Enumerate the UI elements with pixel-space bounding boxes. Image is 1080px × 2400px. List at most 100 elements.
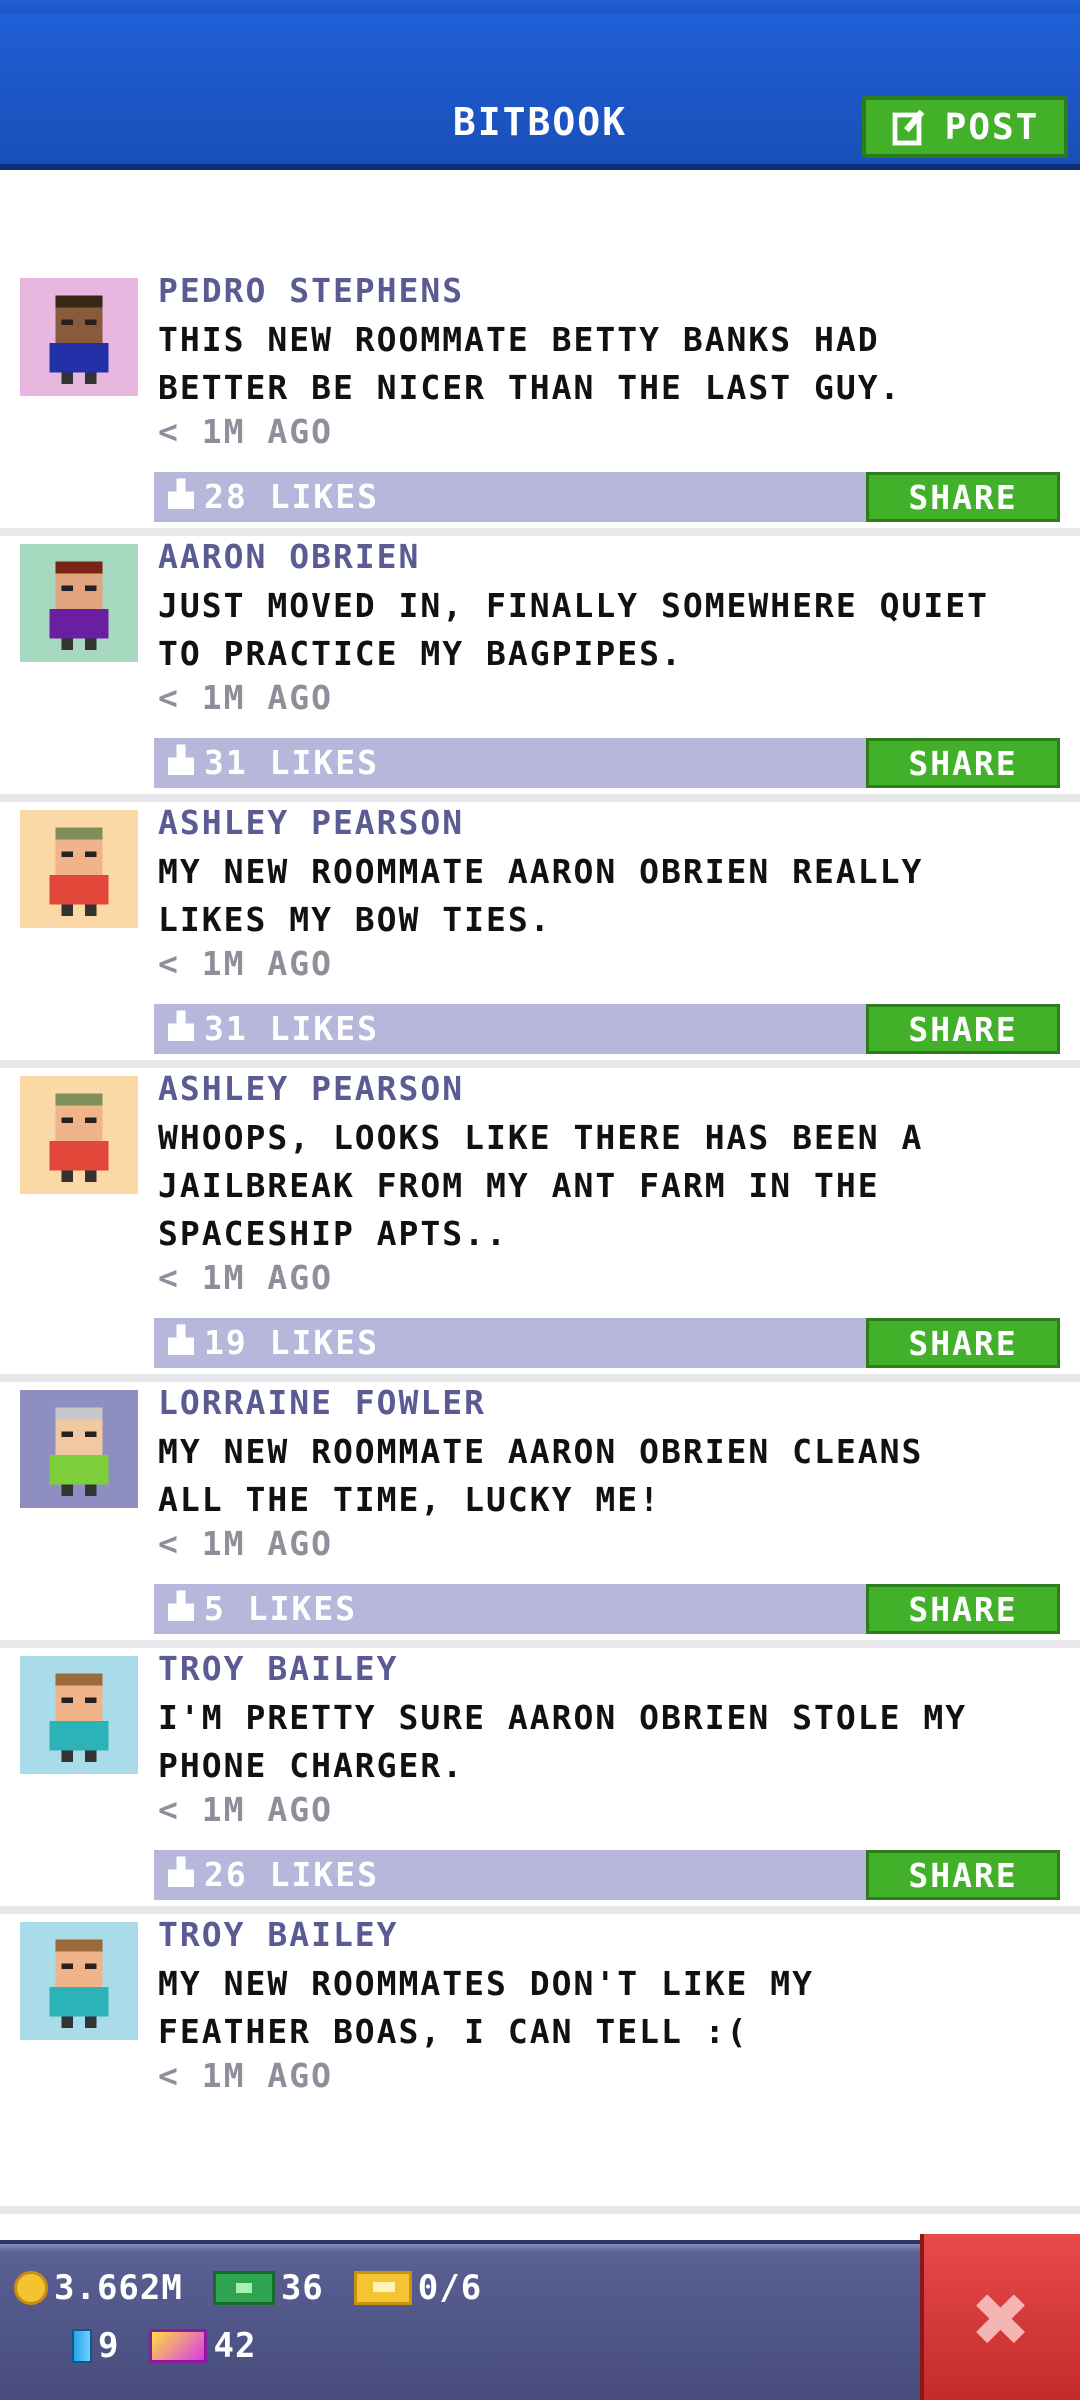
bars-value: 9 [98, 2326, 120, 2366]
avatar[interactable] [20, 1076, 138, 1194]
avatar[interactable] [20, 810, 138, 928]
thumbs-up-icon [168, 1856, 194, 1887]
battery-icon [72, 2329, 92, 2363]
post-author[interactable]: ASHLEY PEARSON [158, 802, 464, 844]
share-button[interactable]: SHARE [866, 472, 1060, 522]
currency-row: 3.662M 36 0/6 [14, 2268, 504, 2308]
likes-count: 19 LIKES [204, 1323, 379, 1362]
post-author[interactable]: AARON OBRIEN [158, 536, 420, 578]
likes-count: 31 LIKES [204, 743, 379, 782]
post-text: MY NEW ROOMMATE AARON OBRIEN CLEANS ALL T… [158, 1428, 1058, 1524]
vip-value: 42 [213, 2326, 257, 2366]
post-button[interactable]: POST [862, 96, 1068, 158]
thumbs-up-icon [168, 1590, 194, 1621]
feed-post: LORRAINE FOWLER MY NEW ROOMMATE AARON OBR… [0, 1382, 1080, 1648]
post-timestamp: < 1M AGO [158, 1790, 333, 1829]
avatar[interactable] [20, 544, 138, 662]
feed-list: PEDRO STEPHENS THIS NEW ROOMMATE BETTY BA… [0, 270, 1080, 2214]
share-button[interactable]: SHARE [866, 1004, 1060, 1054]
share-button[interactable]: SHARE [866, 1850, 1060, 1900]
feed-post: ASHLEY PEARSON MY NEW ROOMMATE AARON OBRI… [0, 802, 1080, 1068]
like-bar[interactable]: 31 LIKES SHARE [154, 1004, 1060, 1054]
post-text: JUST MOVED IN, FINALLY SOMEWHERE QUIET TO… [158, 582, 1058, 678]
bux-value: 36 [280, 2268, 324, 2308]
post-text: WHOOPS, LOOKS LIKE THERE HAS BEEN A JAILB… [158, 1114, 1058, 1258]
avatar-figure-icon [49, 295, 109, 385]
avatar[interactable] [20, 1922, 138, 2040]
coins-stat[interactable]: 3.662M [14, 2268, 183, 2308]
post-author[interactable]: PEDRO STEPHENS [158, 270, 464, 312]
post-text-line: FEATHER BOAS, I CAN TELL :( [158, 2012, 749, 2051]
thumbs-up-icon [168, 478, 194, 509]
post-author[interactable]: LORRAINE FOWLER [158, 1382, 486, 1424]
post-text-line: SPACESHIP APTS.. [158, 1214, 508, 1253]
bux-stat[interactable]: 36 [212, 2268, 324, 2308]
vip-ticket-icon [149, 2329, 208, 2363]
resource-row: 9 42 [72, 2326, 278, 2366]
avatar-figure-icon [49, 561, 109, 651]
like-bar[interactable]: 26 LIKES SHARE [154, 1850, 1060, 1900]
likes-count: 28 LIKES [204, 477, 379, 516]
like-bar[interactable]: 31 LIKES SHARE [154, 738, 1060, 788]
coins-value: 3.662M [54, 2268, 183, 2308]
thumbs-up-icon [168, 1010, 194, 1041]
likes-count: 5 LIKES [204, 1589, 358, 1628]
post-timestamp: < 1M AGO [158, 1524, 333, 1563]
avatar[interactable] [20, 1390, 138, 1508]
avatar[interactable] [20, 278, 138, 396]
post-text-line: BETTER BE NICER THAN THE LAST GUY. [158, 368, 902, 407]
avatar-figure-icon [49, 827, 109, 917]
post-text-line: WHOOPS, LOOKS LIKE THERE HAS BEEN A [158, 1118, 924, 1157]
thumbs-up-icon [168, 744, 194, 775]
avatar-figure-icon [49, 1939, 109, 2029]
thumbs-up-icon [168, 1324, 194, 1355]
vip-stat[interactable]: 42 [149, 2326, 256, 2366]
like-bar[interactable]: 5 LIKES SHARE [154, 1584, 1060, 1634]
post-text-line: ALL THE TIME, LUCKY ME! [158, 1480, 661, 1519]
post-timestamp: < 1M AGO [158, 944, 333, 983]
post-timestamp: < 1M AGO [158, 2056, 333, 2095]
post-text-line: LIKES MY BOW TIES. [158, 900, 552, 939]
post-timestamp: < 1M AGO [158, 1258, 333, 1297]
likes-count: 31 LIKES [204, 1009, 379, 1048]
avatar[interactable] [20, 1656, 138, 1774]
close-button[interactable]: ✖ [920, 2234, 1080, 2400]
post-text-line: PHONE CHARGER. [158, 1746, 465, 1785]
share-button[interactable]: SHARE [866, 1318, 1060, 1368]
feed-post: TROY BAILEY I'M PRETTY SURE AARON OBRIEN … [0, 1648, 1080, 1914]
feed-post: PEDRO STEPHENS THIS NEW ROOMMATE BETTY BA… [0, 270, 1080, 536]
share-button[interactable]: SHARE [866, 1584, 1060, 1634]
post-text-line: JUST MOVED IN, FINALLY SOMEWHERE QUIET [158, 586, 989, 625]
post-text-line: I'M PRETTY SURE AARON OBRIEN STOLE MY [158, 1698, 968, 1737]
likes-count: 26 LIKES [204, 1855, 379, 1894]
post-text: MY NEW ROOMMATE AARON OBRIEN REALLY LIKES… [158, 848, 1058, 944]
post-timestamp: < 1M AGO [158, 412, 333, 451]
tickets-stat[interactable]: 0/6 [353, 2268, 483, 2308]
edit-icon [892, 109, 925, 146]
like-bar[interactable]: 28 LIKES SHARE [154, 472, 1060, 522]
post-timestamp: < 1M AGO [158, 678, 333, 717]
post-author[interactable]: TROY BAILEY [158, 1648, 399, 1690]
close-icon: ✖ [973, 2263, 1031, 2375]
ticket-icon [353, 2271, 412, 2305]
post-text: I'M PRETTY SURE AARON OBRIEN STOLE MY PHO… [158, 1694, 1058, 1790]
post-text: MY NEW ROOMMATES DON'T LIKE MY FEATHER BO… [158, 1960, 1058, 2056]
post-author[interactable]: TROY BAILEY [158, 1914, 399, 1956]
app-header: BITBOOK POST [0, 0, 1080, 170]
share-button[interactable]: SHARE [866, 738, 1060, 788]
post-author[interactable]: ASHLEY PEARSON [158, 1068, 464, 1110]
avatar-figure-icon [49, 1407, 109, 1497]
coin-icon [14, 2271, 48, 2305]
post-text-line: TO PRACTICE MY BAGPIPES. [158, 634, 683, 673]
post-text-line: MY NEW ROOMMATE AARON OBRIEN CLEANS [158, 1432, 924, 1471]
feed-post: AARON OBRIEN JUST MOVED IN, FINALLY SOMEW… [0, 536, 1080, 802]
avatar-figure-icon [49, 1093, 109, 1183]
bux-icon [212, 2271, 275, 2305]
avatar-figure-icon [49, 1673, 109, 1763]
like-bar[interactable]: 19 LIKES SHARE [154, 1318, 1060, 1368]
post-text-line: MY NEW ROOMMATE AARON OBRIEN REALLY [158, 852, 924, 891]
feed-post: TROY BAILEY MY NEW ROOMMATES DON'T LIKE M… [0, 1914, 1080, 2214]
post-text-line: JAILBREAK FROM MY ANT FARM IN THE [158, 1166, 880, 1205]
bars-stat[interactable]: 9 [72, 2326, 119, 2366]
tickets-value: 0/6 [417, 2268, 483, 2308]
